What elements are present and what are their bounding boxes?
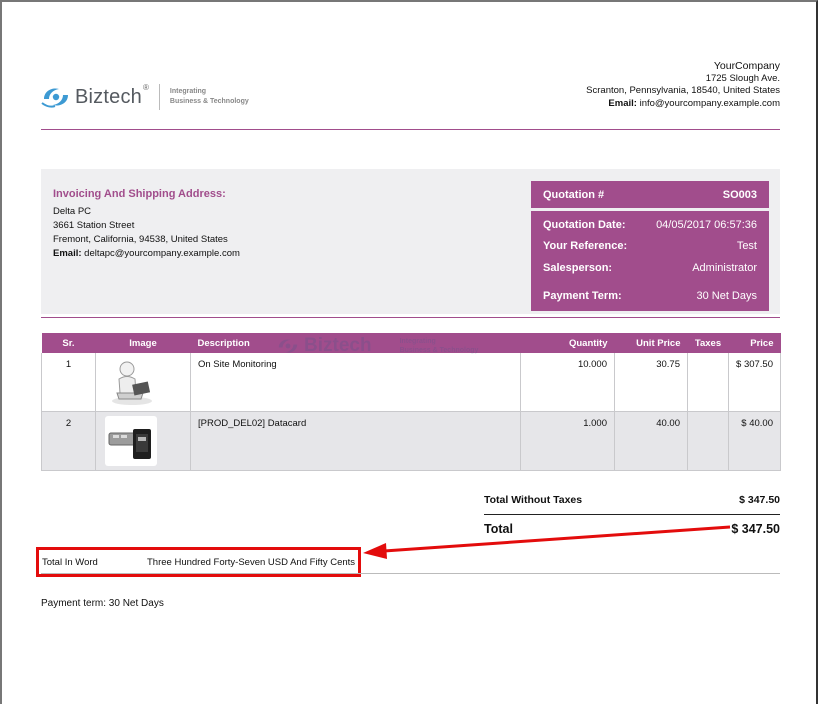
payment-term-note: Payment term: 30 Net Days bbox=[41, 598, 164, 609]
